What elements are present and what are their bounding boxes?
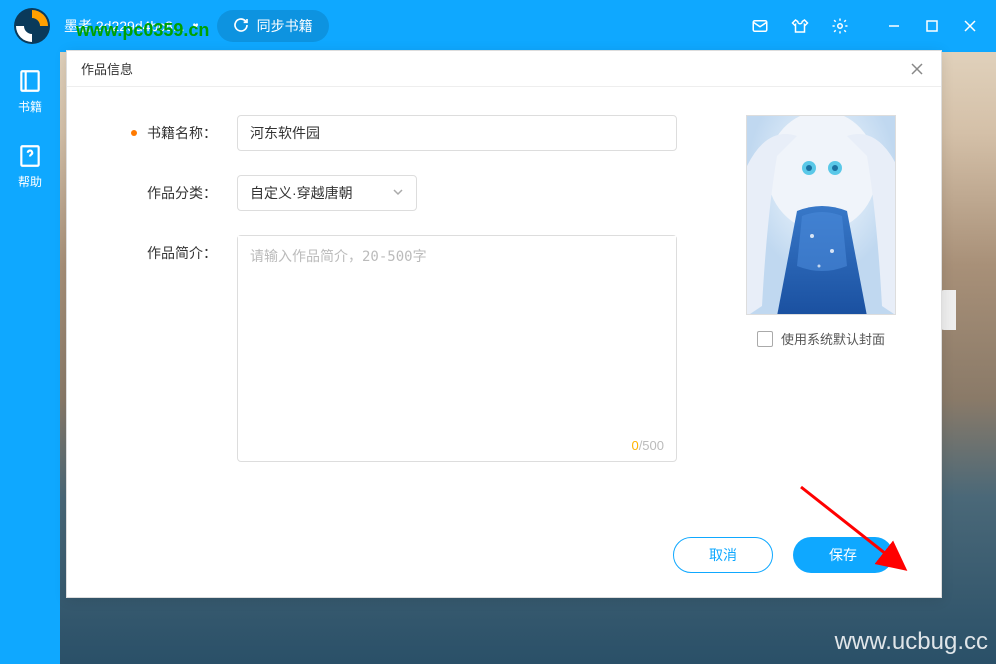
sidebar: 书籍 帮助	[0, 52, 60, 664]
refresh-icon	[233, 17, 249, 36]
mail-icon[interactable]	[748, 14, 772, 38]
default-cover-checkbox[interactable]	[757, 331, 773, 347]
book-name-label: 书籍名称：	[107, 115, 217, 143]
sync-label: 同步书籍	[257, 16, 313, 36]
cancel-button[interactable]: 取消	[673, 537, 773, 573]
app-logo	[12, 6, 52, 46]
dialog-close-button[interactable]	[907, 59, 927, 79]
chevron-down-icon	[392, 186, 404, 201]
sidebar-item-help[interactable]: 帮助	[6, 143, 54, 190]
sidebar-item-label: 书籍	[18, 98, 42, 115]
sidebar-item-books[interactable]: 书籍	[6, 68, 54, 115]
category-value: 自定义·穿越唐朝	[250, 183, 353, 203]
default-cover-label: 使用系统默认封面	[781, 329, 885, 348]
maximize-button[interactable]	[918, 12, 946, 40]
work-info-dialog: 作品信息 书籍名称： 作品分类： 自定义·穿越唐朝 作品简介：	[66, 50, 942, 598]
book-name-input[interactable]	[237, 115, 677, 151]
watermark-bottom: www.ucbug.cc	[835, 628, 988, 656]
category-label: 作品分类：	[107, 175, 217, 203]
dialog-title: 作品信息	[81, 59, 133, 78]
shirt-icon[interactable]	[788, 14, 812, 38]
help-icon	[17, 143, 43, 169]
user-dropdown-caret[interactable]: ♥	[193, 21, 199, 32]
user-name: 墨者 2d229d4bc8...	[64, 16, 185, 36]
sidebar-item-label: 帮助	[18, 173, 42, 190]
category-select[interactable]: 自定义·穿越唐朝	[237, 175, 417, 211]
gear-icon[interactable]	[828, 14, 852, 38]
save-button[interactable]: 保存	[793, 537, 893, 573]
cover-image[interactable]	[746, 115, 896, 315]
book-icon	[17, 68, 43, 94]
title-bar: 墨者 2d229d4bc8... ♥ 同步书籍	[0, 0, 996, 52]
description-label: 作品简介：	[107, 235, 217, 263]
description-textarea[interactable]	[238, 236, 676, 456]
close-button[interactable]	[956, 12, 984, 40]
char-counter: 0/500	[631, 438, 664, 453]
dialog-header: 作品信息	[67, 51, 941, 87]
minimize-button[interactable]	[880, 12, 908, 40]
sync-books-button[interactable]: 同步书籍	[217, 10, 329, 42]
right-panel-handle[interactable]	[940, 290, 956, 330]
